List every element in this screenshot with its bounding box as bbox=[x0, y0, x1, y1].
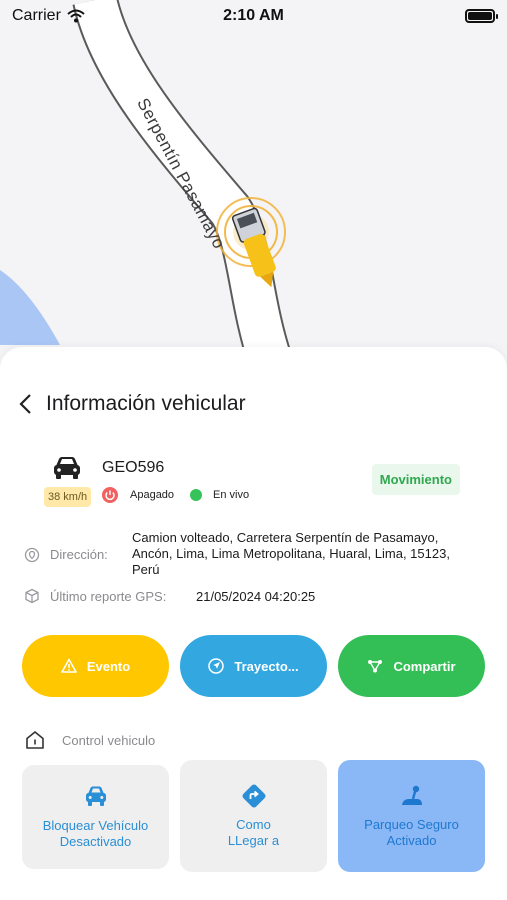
vehicle-summary: GEO596 38 km/h Apagado En vivo Movimient… bbox=[44, 455, 474, 515]
gps-value: 21/05/2024 04:20:25 bbox=[196, 589, 316, 604]
location-icon bbox=[24, 547, 40, 563]
map-view[interactable]: Serpentín Pasamayo bbox=[0, 0, 507, 380]
share-icon bbox=[368, 660, 383, 673]
vehicle-info-sheet: Información vehicular GEO596 38 km/h Apa… bbox=[0, 347, 507, 900]
safe-parking-label-2: Activado bbox=[386, 833, 437, 848]
water-area bbox=[0, 270, 60, 345]
safe-parking-tile[interactable]: Parqueo Seguro Activado bbox=[338, 760, 485, 872]
live-indicator bbox=[190, 489, 202, 501]
directions-icon bbox=[242, 784, 265, 808]
status-bar: Carrier 2:10 AM bbox=[0, 0, 507, 32]
control-section-header: Control vehiculo bbox=[24, 729, 155, 751]
event-button[interactable]: Evento bbox=[22, 635, 169, 697]
event-button-label: Evento bbox=[86, 658, 131, 674]
vehicle-plate: GEO596 bbox=[102, 459, 165, 476]
engine-status: Apagado bbox=[130, 489, 175, 501]
address-value: Camion volteado, Carretera Serpentín de … bbox=[132, 530, 450, 577]
directions-label-2: LLegar a bbox=[227, 833, 280, 848]
route-button[interactable]: Trayecto... bbox=[180, 635, 327, 697]
wifi-icon bbox=[67, 9, 85, 23]
control-tiles: Bloquear Vehículo Desactivado Como LLega… bbox=[22, 760, 485, 873]
car-icon bbox=[54, 457, 80, 479]
block-vehicle-label-2: Desactivado bbox=[59, 834, 132, 849]
parking-lever-icon bbox=[401, 785, 422, 805]
carrier-label: Carrier bbox=[12, 7, 61, 24]
route-button-label: Trayecto... bbox=[234, 658, 299, 674]
share-button-label: Compartir bbox=[393, 658, 456, 674]
share-button[interactable]: Compartir bbox=[338, 635, 485, 697]
block-vehicle-label-1: Bloquear Vehículo bbox=[42, 818, 149, 833]
safe-parking-label-1: Parqueo Seguro bbox=[364, 817, 459, 832]
home-icon bbox=[26, 731, 44, 749]
back-chevron-icon[interactable] bbox=[18, 393, 32, 415]
block-vehicle-tile[interactable]: Bloquear Vehículo Desactivado bbox=[22, 765, 169, 869]
car-lock-icon bbox=[85, 786, 106, 806]
address-label: Dirección: bbox=[50, 547, 108, 562]
navigation-icon bbox=[208, 658, 225, 674]
sheet-header: Información vehicular bbox=[18, 392, 246, 416]
map-canvas bbox=[0, 0, 292, 368]
directions-tile[interactable]: Como LLegar a bbox=[180, 760, 327, 872]
gps-label: Último reporte GPS: bbox=[50, 589, 167, 604]
warning-icon bbox=[61, 658, 77, 673]
carrier-group: Carrier bbox=[12, 7, 85, 25]
cube-icon bbox=[25, 588, 39, 604]
connection-status: En vivo bbox=[213, 489, 250, 501]
directions-label-1: Como bbox=[236, 817, 271, 832]
movement-status-badge: Movimiento bbox=[371, 464, 460, 495]
battery-icon bbox=[465, 9, 498, 23]
sheet-title: Información vehicular bbox=[46, 392, 246, 415]
speed-badge: 38 km/h bbox=[44, 487, 92, 507]
action-buttons: Evento Trayecto... Compartir bbox=[22, 635, 485, 697]
control-section-label: Control vehiculo bbox=[62, 732, 156, 748]
power-icon bbox=[102, 487, 118, 503]
